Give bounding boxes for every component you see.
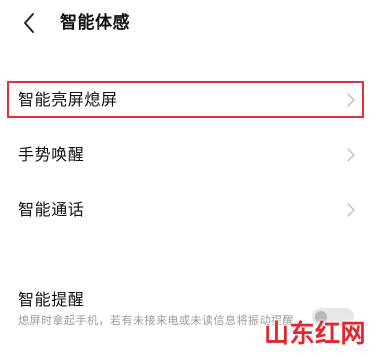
top-bar: 智能体感 [0, 0, 376, 46]
setting-label: 手势唤醒 [18, 145, 85, 164]
setting-label: 智能亮屏熄屏 [18, 90, 118, 109]
back-button[interactable] [18, 11, 42, 35]
chevron-left-icon [24, 13, 34, 33]
setting-row-smart-screen-on-off[interactable]: 智能亮屏熄屏 [0, 76, 376, 124]
setting-row-gesture-wake[interactable]: 手势唤醒 [0, 131, 376, 179]
setting-row-smart-call[interactable]: 智能通话 [0, 186, 376, 234]
page-title: 智能体感 [60, 13, 130, 33]
chevron-right-icon [347, 148, 355, 162]
watermark: 山东红网 [264, 319, 367, 348]
setting-label: 智能通话 [18, 200, 85, 219]
chevron-right-icon [347, 203, 355, 217]
chevron-right-icon [347, 93, 355, 107]
setting-label: 智能提醒 [18, 290, 85, 309]
